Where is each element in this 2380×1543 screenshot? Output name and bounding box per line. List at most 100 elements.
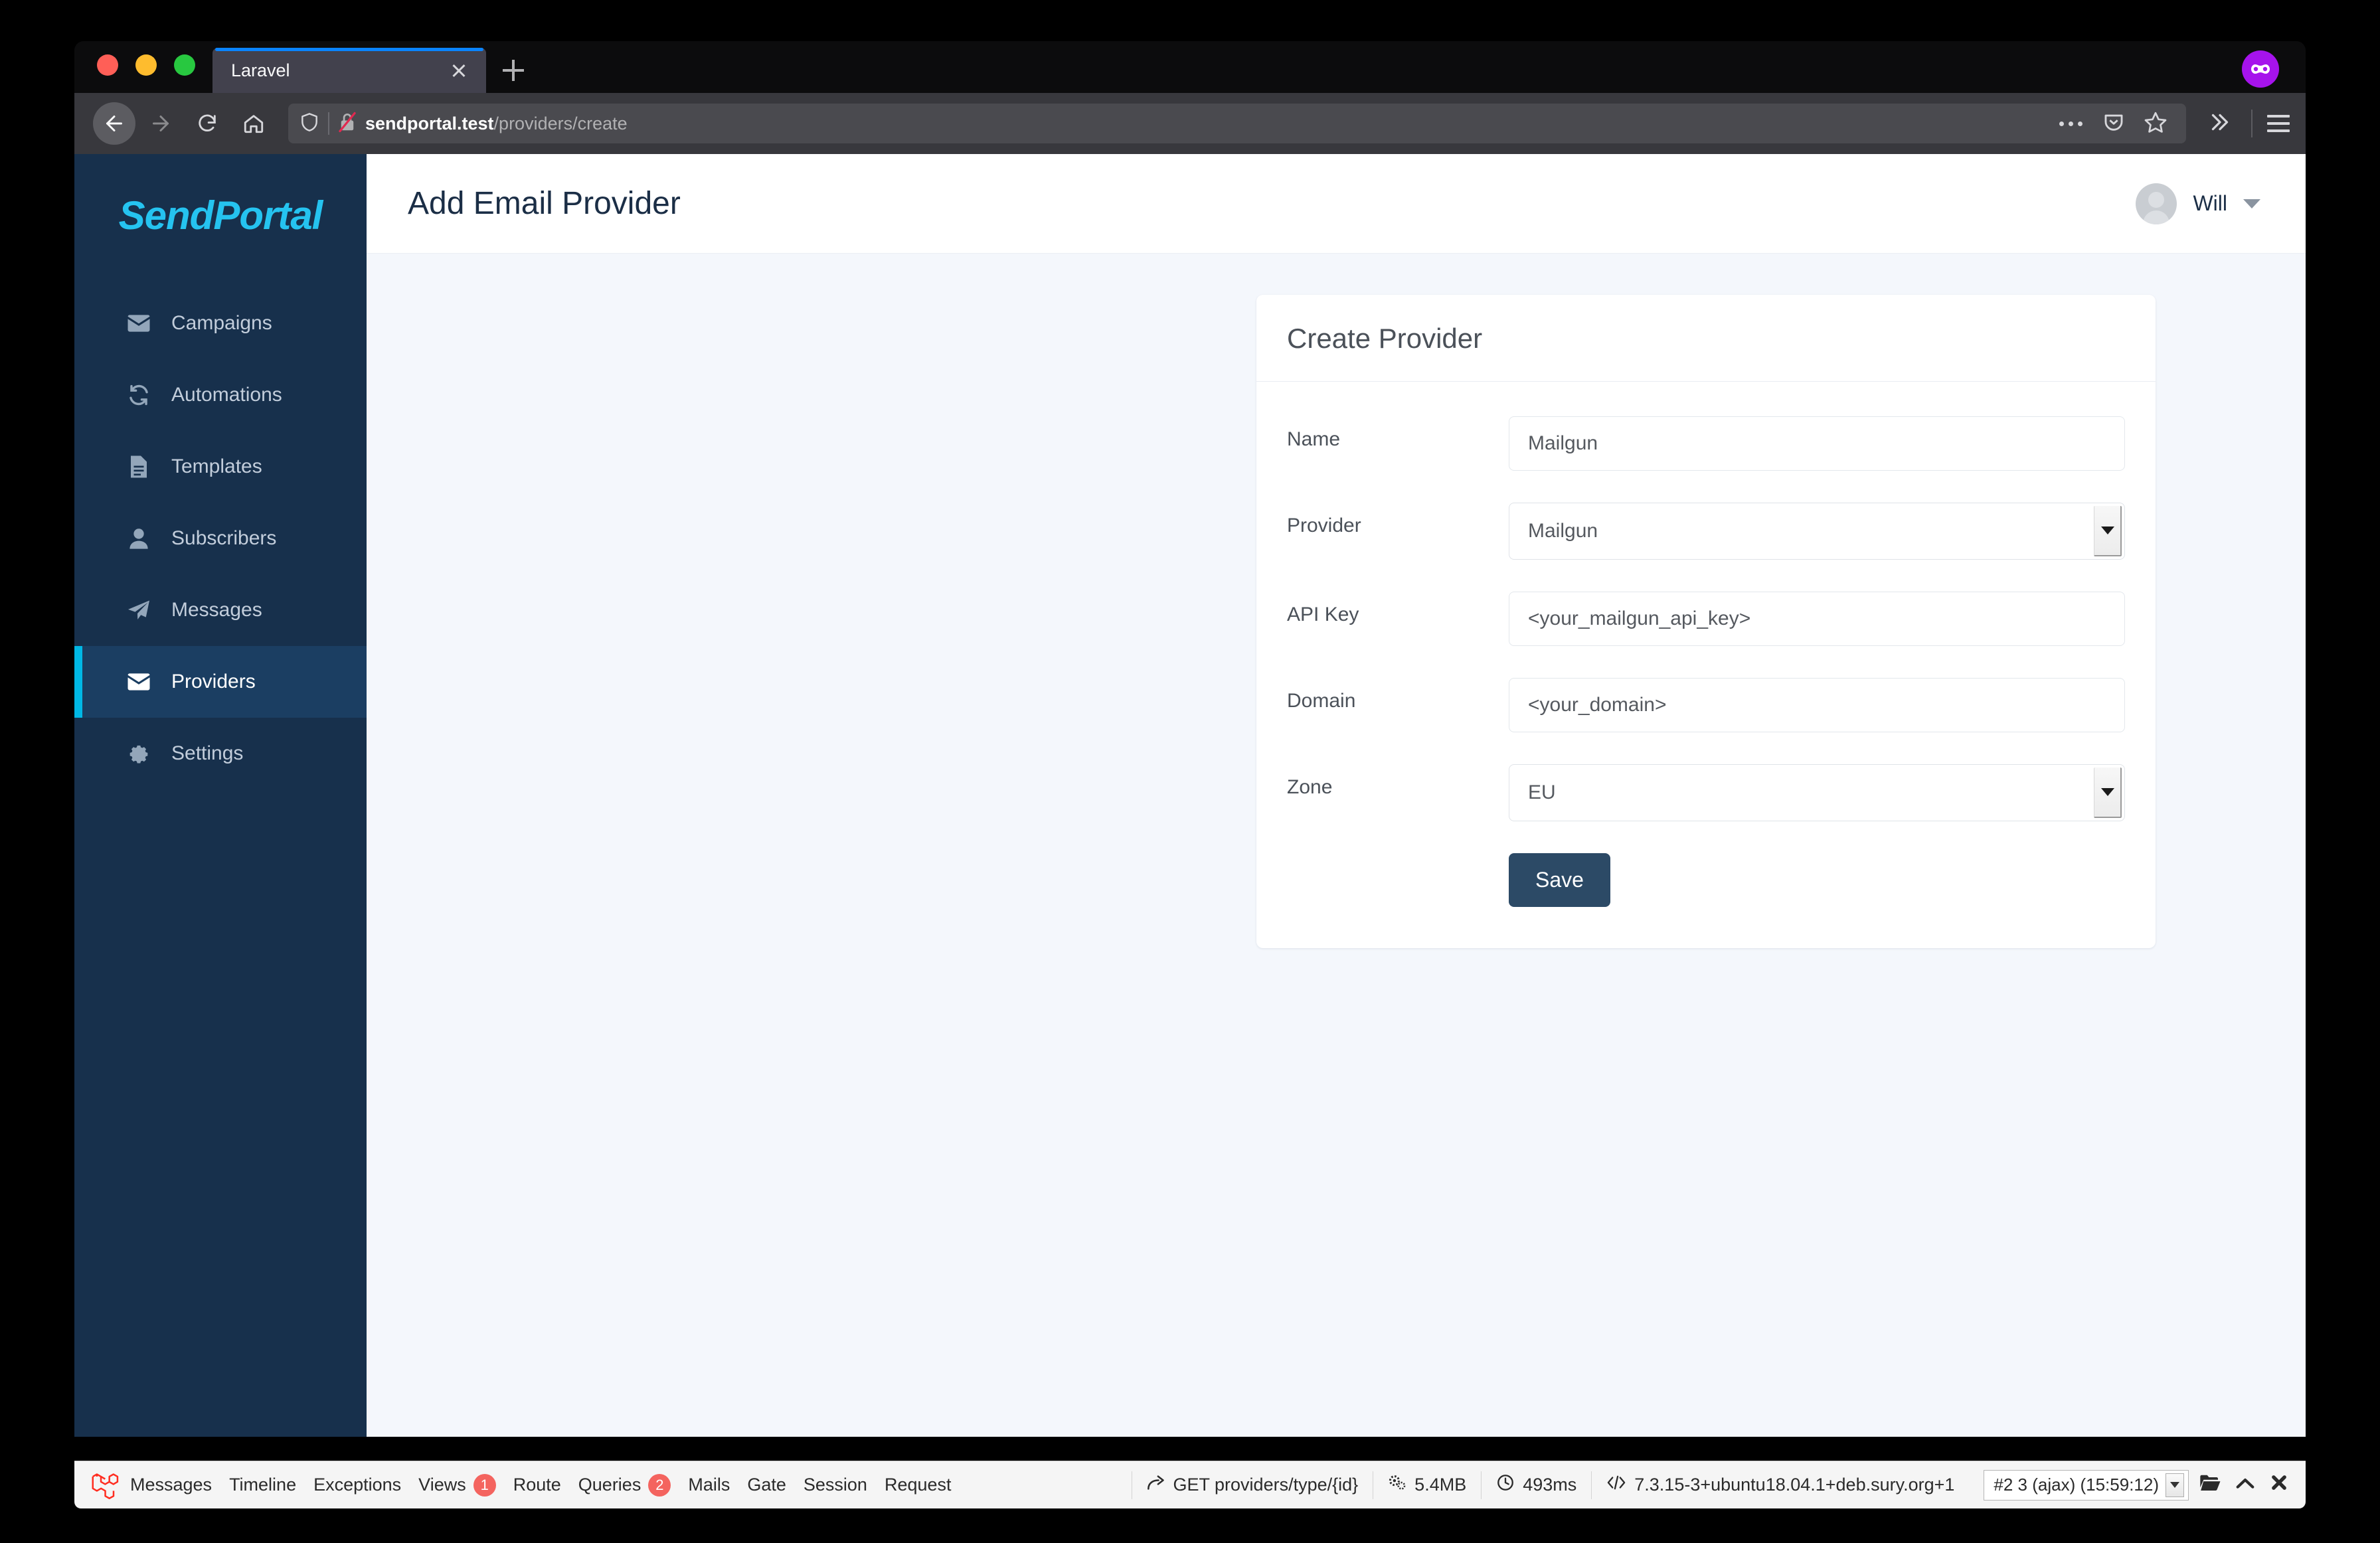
pocket-icon[interactable]: [2094, 111, 2133, 137]
route-text: GET providers/type/{id}: [1173, 1475, 1359, 1495]
debugbar-tab-gate[interactable]: Gate: [747, 1475, 786, 1495]
name-field-wrap: Mailgun: [1509, 416, 2125, 471]
form-row-api-key: API Key <your_mailgun_api_key>: [1287, 592, 2125, 646]
brand-logo[interactable]: SendPortal: [74, 154, 367, 287]
chevrons-glyph: [2211, 114, 2229, 130]
debugbar-tab-request[interactable]: Request: [885, 1475, 952, 1495]
debugbar-tab-queries[interactable]: Queries 2: [578, 1473, 671, 1497]
zone-select-value: EU: [1528, 781, 1556, 803]
page-actions-icon[interactable]: [2050, 121, 2092, 126]
debugbar-php-version[interactable]: 7.3.15-3+ubuntu18.04.1+deb.sury.org+1: [1591, 1471, 1969, 1499]
private-mask-icon[interactable]: [2242, 50, 2279, 88]
reload-glyph: [199, 114, 216, 131]
domain-label: Domain: [1287, 690, 1356, 712]
user-menu[interactable]: Will: [2136, 183, 2260, 224]
request-select[interactable]: #2 3 (ajax) (15:59:12): [1984, 1469, 2189, 1501]
chevron-down-icon[interactable]: [2094, 768, 2122, 818]
insecure-lock-icon[interactable]: [337, 112, 357, 136]
back-arrow-icon[interactable]: [93, 102, 135, 145]
laravel-logo-icon[interactable]: [89, 1470, 120, 1501]
cogs-icon: [1388, 1474, 1406, 1496]
avatar-icon: [2136, 183, 2177, 224]
maximize-window-button[interactable]: [174, 54, 195, 76]
chevron-up-glyph: [2236, 1478, 2254, 1489]
minimize-window-button[interactable]: [135, 54, 157, 76]
debugbar-tab-views[interactable]: Views 1: [418, 1473, 496, 1497]
memory-text: 5.4MB: [1414, 1475, 1467, 1495]
folder-open-icon[interactable]: [2199, 1473, 2221, 1497]
sidebar-item-automations[interactable]: Automations: [74, 359, 367, 431]
provider-select[interactable]: Mailgun: [1509, 503, 2125, 560]
debugbar-tab-exceptions[interactable]: Exceptions: [313, 1475, 401, 1495]
sidebar-item-settings[interactable]: Settings: [74, 718, 367, 789]
tab-label: Timeline: [229, 1475, 297, 1495]
card-title: Create Provider: [1287, 323, 1483, 354]
tab-label: Views: [418, 1475, 466, 1495]
sidebar-item-messages[interactable]: Messages: [74, 574, 367, 646]
close-tab-icon[interactable]: [444, 55, 474, 86]
debugbar-tab-messages[interactable]: Messages: [130, 1475, 212, 1495]
provider-field-wrap: Mailgun: [1509, 503, 2125, 560]
home-icon[interactable]: [232, 102, 275, 145]
back-glyph: [106, 116, 122, 131]
sidebar-item-subscribers[interactable]: Subscribers: [74, 503, 367, 574]
tab-label: Messages: [130, 1475, 212, 1495]
api-key-input[interactable]: <your_mailgun_api_key>: [1509, 592, 2125, 646]
browser-tab[interactable]: Laravel: [212, 48, 486, 93]
user-glyph: [129, 528, 148, 549]
forward-arrow-icon[interactable]: [139, 102, 182, 145]
clock-glyph: [1497, 1475, 1514, 1491]
url-bar[interactable]: sendportal.test/providers/create: [288, 104, 2186, 143]
zone-select[interactable]: EU: [1509, 764, 2125, 821]
tab-label: Mails: [688, 1475, 730, 1495]
debugbar-tab-timeline[interactable]: Timeline: [229, 1475, 296, 1495]
name-input[interactable]: Mailgun: [1509, 416, 2125, 471]
paper-plane-glyph: [128, 600, 149, 619]
page-body: Create Provider Name Mailgun Provider Ma…: [367, 254, 2306, 1437]
chevron-up-icon[interactable]: [2235, 1475, 2255, 1495]
zone-label: Zone: [1287, 776, 1333, 798]
reload-icon[interactable]: [186, 102, 228, 145]
debugbar-tab-route[interactable]: Route: [513, 1475, 561, 1495]
sidebar-item-providers[interactable]: Providers: [74, 646, 367, 718]
debugbar-time[interactable]: 493ms: [1481, 1471, 1591, 1499]
tab-label: Gate: [747, 1475, 786, 1495]
api-key-label: API Key: [1287, 604, 1359, 625]
api-key-field-wrap: <your_mailgun_api_key>: [1509, 592, 2125, 646]
time-text: 493ms: [1523, 1475, 1577, 1495]
debugbar-route[interactable]: GET providers/type/{id}: [1131, 1471, 1373, 1499]
sidebar-nav: Campaigns Automations Templates Subscrib…: [74, 287, 367, 789]
request-select-value: #2 3 (ajax) (15:59:12): [1994, 1475, 2159, 1495]
debugbar-tab-mails[interactable]: Mails: [688, 1475, 730, 1495]
close-x-icon[interactable]: [2270, 1473, 2288, 1497]
refresh-icon: [126, 382, 151, 408]
domain-field-wrap: <your_domain>: [1509, 678, 2125, 732]
browser-toolbar: sendportal.test/providers/create: [74, 93, 2306, 154]
mask-glyph: [2251, 64, 2270, 74]
save-button[interactable]: Save: [1509, 853, 1610, 907]
main-content: Add Email Provider Will Create Provider …: [367, 154, 2306, 1437]
shield-icon[interactable]: [299, 112, 320, 136]
debugbar-memory[interactable]: 5.4MB: [1373, 1471, 1481, 1499]
sidebar-item-label: Messages: [171, 599, 262, 621]
page-title: Add Email Provider: [408, 186, 681, 221]
close-window-button[interactable]: [97, 54, 118, 76]
hamburger-menu-icon[interactable]: [2267, 115, 2290, 132]
chevrons-right-icon[interactable]: [2199, 110, 2237, 137]
sidebar-item-campaigns[interactable]: Campaigns: [74, 287, 367, 359]
chevron-down-icon[interactable]: [2166, 1473, 2184, 1497]
document-glyph: [131, 455, 147, 478]
new-tab-icon[interactable]: [493, 50, 534, 91]
sidebar-item-templates[interactable]: Templates: [74, 431, 367, 503]
domain-input[interactable]: <your_domain>: [1509, 678, 2125, 732]
clock-icon: [1496, 1473, 1515, 1497]
window-controls: [74, 54, 212, 93]
insecure-lock-glyph: [339, 112, 356, 132]
debugbar-status: GET providers/type/{id} 5.4MB 493ms 7.3.…: [1131, 1461, 2306, 1508]
tab-label: Route: [513, 1475, 561, 1495]
chevron-down-icon[interactable]: [2094, 506, 2122, 556]
star-bookmark-icon[interactable]: [2136, 110, 2175, 137]
debugbar-tab-session[interactable]: Session: [804, 1475, 867, 1495]
form-row-zone: Zone EU: [1287, 764, 2125, 821]
browser-window: Laravel sendportal.test/providers/create…: [74, 41, 2306, 1437]
